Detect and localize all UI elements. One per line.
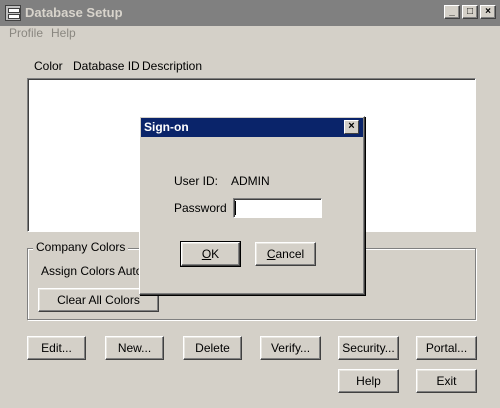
database-app-icon <box>5 5 21 21</box>
ok-button[interactable]: OK <box>180 241 241 267</box>
verify-button[interactable]: Verify... <box>260 336 321 360</box>
new-button[interactable]: New... <box>105 336 164 360</box>
column-header-description[interactable]: Description <box>142 59 202 73</box>
maximize-button[interactable]: □ <box>462 5 478 19</box>
title-bar[interactable]: Database Setup _ □ × <box>0 0 500 26</box>
exit-button[interactable]: Exit <box>416 369 477 393</box>
edit-button[interactable]: Edit... <box>27 336 86 360</box>
security-button[interactable]: Security... <box>338 336 399 360</box>
cancel-mnemonic: C <box>266 247 276 261</box>
menu-bar: Profile Help <box>0 26 500 42</box>
user-id-label: User ID: <box>174 174 219 188</box>
company-colors-legend: Company Colors <box>33 240 129 254</box>
sign-on-title: Sign-on <box>144 120 189 134</box>
delete-button[interactable]: Delete <box>183 336 242 360</box>
menu-profile[interactable]: Profile <box>9 26 43 40</box>
portal-button[interactable]: Portal... <box>416 336 477 360</box>
database-setup-window: Database Setup _ □ × Profile Help Color … <box>0 0 500 408</box>
ok-label-rest: K <box>211 247 220 261</box>
text-caret <box>235 201 236 215</box>
sign-on-dialog: Sign-on × User ID: ADMIN Password OK Can… <box>139 116 365 295</box>
password-label: Password <box>174 201 227 215</box>
cancel-label-rest: ancel <box>275 247 305 261</box>
sign-on-title-bar[interactable]: Sign-on × <box>141 118 363 137</box>
close-button[interactable]: × <box>480 5 496 19</box>
help-button[interactable]: Help <box>338 369 399 393</box>
column-header-color[interactable]: Color <box>34 59 63 73</box>
window-title: Database Setup <box>25 5 123 20</box>
ok-mnemonic: O <box>201 247 212 261</box>
column-header-database-id[interactable]: Database ID <box>73 59 140 73</box>
menu-help[interactable]: Help <box>51 26 76 40</box>
cancel-button[interactable]: Cancel <box>255 242 316 266</box>
sign-on-close-button[interactable]: × <box>344 120 359 134</box>
assign-colors-label: Assign Colors Autom <box>41 264 153 278</box>
minimize-button[interactable]: _ <box>444 5 460 19</box>
password-field[interactable] <box>233 198 322 218</box>
user-id-value: ADMIN <box>231 174 270 188</box>
